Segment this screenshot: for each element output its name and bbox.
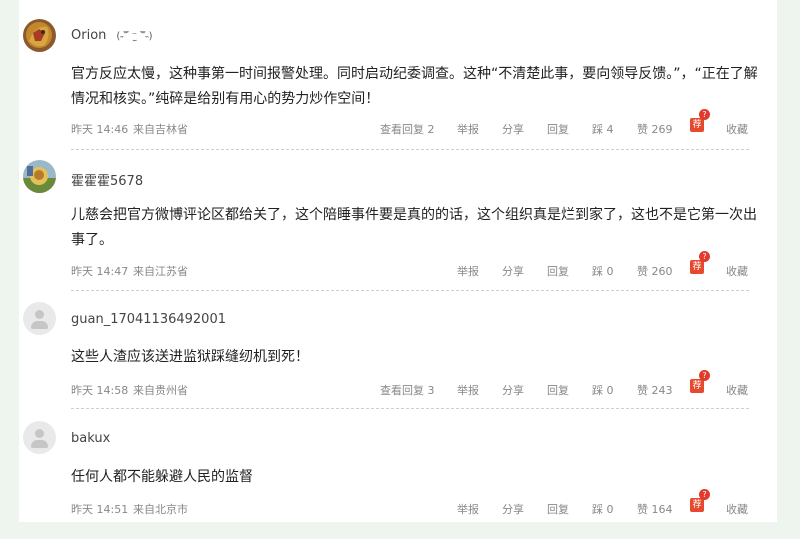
comment-text: 任何人都不能躲避人民的监督 (71, 469, 253, 485)
comment-time: 昨天 14:46 (71, 123, 129, 136)
username[interactable]: 霍霍霍5678 (71, 170, 143, 189)
comment-location: 来自吉林省 (133, 123, 188, 136)
comment-meta: 昨天 14:51 来自北京市 举报 分享 回复 踩 0 赞 164 荐? 收藏 (71, 489, 749, 517)
comment-time: 昨天 14:58 (71, 384, 129, 397)
comment-list: Orion (˶‾᷄ ⁻̫ ‾᷅˵) 官方反应太慢，这种事第一时间报警处理。同时启… (19, 0, 777, 522)
view-replies-button[interactable]: 查看回复 3 (380, 382, 435, 398)
default-avatar-icon[interactable] (23, 302, 56, 335)
favorite-button[interactable]: 收藏 (726, 501, 748, 517)
share-button[interactable]: 分享 (502, 121, 524, 137)
comment-time: 昨天 14:51 (71, 503, 129, 516)
username[interactable]: guan_17041136492001 (71, 312, 226, 327)
like-button[interactable]: 赞 243 (637, 382, 673, 398)
recommend-button[interactable]: 荐? (690, 251, 710, 274)
like-button[interactable]: 赞 260 (637, 263, 673, 279)
favorite-button[interactable]: 收藏 (726, 263, 748, 279)
report-button[interactable]: 举报 (457, 121, 479, 137)
divider (71, 408, 749, 409)
recommend-badge: ? (699, 370, 710, 381)
recommend-button[interactable]: 荐? (690, 489, 710, 512)
comment-text: 官方反应太慢，这种事第一时间报警处理。同时启动纪委调查。这种“不清楚此事，要向领… (71, 66, 758, 107)
favorite-button[interactable]: 收藏 (726, 121, 748, 137)
comment-text: 儿慈会把官方微博评论区都给关了，这个陪睡事件要是真的的话，这个组织真是烂到家了，… (71, 207, 757, 248)
comment-location: 来自北京市 (133, 503, 188, 516)
username[interactable]: bakux (71, 431, 110, 446)
reply-button[interactable]: 回复 (547, 501, 569, 517)
reply-button[interactable]: 回复 (547, 121, 569, 137)
recommend-badge: ? (699, 109, 710, 120)
view-replies-button[interactable]: 查看回复 2 (380, 121, 435, 137)
recommend-button[interactable]: 荐? (690, 370, 710, 393)
dislike-button[interactable]: 踩 0 (592, 382, 614, 398)
divider (71, 290, 749, 291)
comment-text: 这些人渣应该送进监狱踩缝纫机到死！ (71, 349, 309, 365)
comment-location: 来自江苏省 (133, 265, 188, 278)
comment-time: 昨天 14:47 (71, 265, 129, 278)
username[interactable]: Orion (˶‾᷄ ⁻̫ ‾᷅˵) (71, 28, 153, 43)
recommend-badge: ? (699, 489, 710, 500)
comment-meta: 昨天 14:58 来自贵州省 查看回复 3 举报 分享 回复 踩 0 赞 243… (71, 370, 749, 398)
dislike-button[interactable]: 踩 4 (592, 121, 614, 137)
recommend-badge: ? (699, 251, 710, 262)
like-button[interactable]: 赞 164 (637, 501, 673, 517)
avatar[interactable] (23, 19, 56, 52)
username-emoticon: (˶‾᷄ ⁻̫ ‾᷅˵) (116, 31, 153, 42)
share-button[interactable]: 分享 (502, 263, 524, 279)
comment-meta: 昨天 14:46 来自吉林省 查看回复 2 举报 分享 回复 踩 4 赞 269… (71, 109, 749, 137)
dislike-button[interactable]: 踩 0 (592, 501, 614, 517)
report-button[interactable]: 举报 (457, 382, 479, 398)
favorite-button[interactable]: 收藏 (726, 382, 748, 398)
comment-location: 来自贵州省 (133, 384, 188, 397)
dislike-button[interactable]: 踩 0 (592, 263, 614, 279)
report-button[interactable]: 举报 (457, 501, 479, 517)
default-avatar-icon[interactable] (23, 421, 56, 454)
recommend-button[interactable]: 荐? (690, 109, 710, 132)
share-button[interactable]: 分享 (502, 382, 524, 398)
divider (71, 149, 749, 150)
reply-button[interactable]: 回复 (547, 382, 569, 398)
like-button[interactable]: 赞 269 (637, 121, 673, 137)
reply-button[interactable]: 回复 (547, 263, 569, 279)
report-button[interactable]: 举报 (457, 263, 479, 279)
avatar[interactable] (23, 160, 56, 193)
share-button[interactable]: 分享 (502, 501, 524, 517)
comment-meta: 昨天 14:47 来自江苏省 举报 分享 回复 踩 0 赞 260 荐? 收藏 (71, 251, 749, 279)
